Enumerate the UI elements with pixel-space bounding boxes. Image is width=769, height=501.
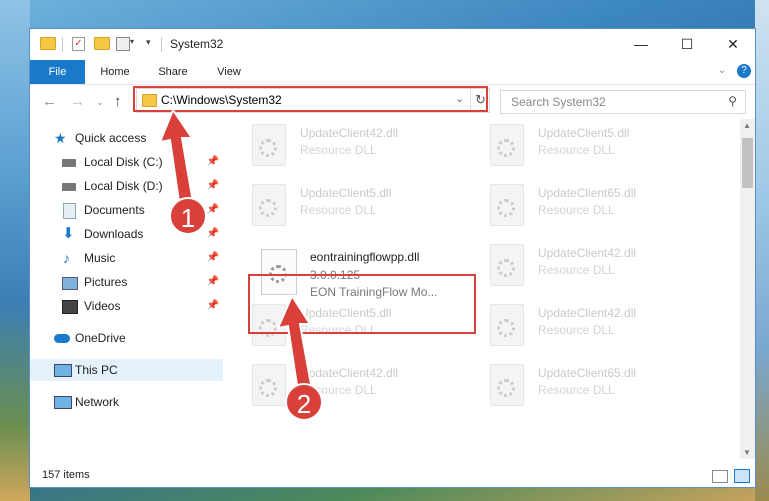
scrollbar-thumb[interactable]: [742, 138, 753, 188]
file-name: eontrainingflowpp.dll: [310, 250, 420, 264]
forward-arrow-icon[interactable]: →: [70, 93, 85, 110]
callout-badge-1: 1: [169, 197, 207, 235]
recent-locations-icon[interactable]: ⌄: [96, 97, 104, 108]
gear-icon: [259, 139, 277, 157]
up-arrow-icon[interactable]: ↑: [114, 93, 122, 110]
gear-icon: [259, 199, 277, 217]
explorer-window: ✓ ▾ ▾ System32 — ☐ ✕ File Home Share Vie…: [30, 29, 755, 487]
large-icons-view-icon[interactable]: [734, 469, 750, 483]
status-bar: 157 items: [30, 465, 755, 487]
list-item[interactable]: UpdateClient42.dll Resource DLL: [490, 304, 710, 364]
pin-icon[interactable]: 📌: [207, 247, 219, 269]
file-icon: [252, 124, 286, 166]
tab-share[interactable]: Share: [150, 60, 196, 84]
customize-dropdown-icon[interactable]: ▾: [146, 37, 151, 48]
list-item[interactable]: UpdateClient5.dll Resource DLL: [252, 184, 472, 244]
search-icon: ⚲: [728, 94, 737, 108]
network-icon: [54, 396, 72, 409]
sidebar-item-music[interactable]: ♪ Music 📌: [30, 247, 223, 269]
download-icon: ⬇: [62, 225, 75, 242]
scroll-up-icon[interactable]: ▲: [743, 121, 751, 130]
pictures-icon: [62, 277, 78, 290]
details-view-icon[interactable]: [712, 470, 728, 483]
sidebar-item-onedrive[interactable]: OneDrive: [30, 327, 223, 349]
search-placeholder: Search System32: [511, 95, 606, 109]
tab-file[interactable]: File: [30, 60, 85, 84]
search-input[interactable]: Search System32 ⚲: [500, 90, 746, 114]
divider: [62, 37, 63, 52]
list-item[interactable]: UpdateClient5.dll Resource DLL: [490, 124, 710, 184]
callout-badge-2: 2: [285, 383, 323, 421]
file-icon: [490, 304, 524, 346]
computer-icon: [54, 364, 72, 377]
back-arrow-icon[interactable]: ←: [42, 93, 57, 110]
chevron-down-icon[interactable]: ▾: [130, 37, 134, 46]
list-item[interactable]: UpdateClient65.dll Resource DLL: [490, 364, 710, 424]
music-icon: ♪: [63, 250, 70, 266]
videos-icon: [62, 300, 78, 314]
sidebar-item-network[interactable]: Network: [30, 391, 223, 413]
ribbon-tabs: File Home Share View ⌄ ?: [30, 60, 755, 85]
gear-icon: [497, 199, 515, 217]
view-icon[interactable]: [116, 37, 130, 51]
sidebar-item-this-pc[interactable]: This PC: [30, 359, 223, 381]
folder-icon: [40, 37, 56, 50]
address-row: ← → ⌄ ↑ C:\Windows\System32 ⌄ ↻ Search S…: [30, 85, 755, 118]
pin-icon[interactable]: 📌: [207, 271, 219, 293]
file-icon: [490, 184, 524, 226]
pin-icon[interactable]: 📌: [207, 295, 219, 317]
tab-home[interactable]: Home: [92, 60, 138, 84]
properties-icon[interactable]: ✓: [72, 37, 85, 51]
sidebar-item-pictures[interactable]: Pictures 📌: [30, 271, 223, 293]
gear-icon: [497, 319, 515, 337]
close-button[interactable]: ✕: [710, 29, 756, 60]
documents-icon: [63, 203, 76, 219]
star-icon: ★: [54, 130, 67, 146]
file-icon: [490, 124, 524, 166]
help-icon[interactable]: ?: [737, 64, 751, 78]
list-item[interactable]: UpdateClient65.dll Resource DLL: [490, 184, 710, 244]
desktop-background-left: [0, 0, 30, 501]
list-item[interactable]: UpdateClient42.dll Resource DLL: [252, 124, 472, 184]
drive-icon: [62, 183, 76, 191]
divider: [161, 37, 162, 52]
gear-icon: [497, 379, 515, 397]
desktop-background-right: [755, 0, 769, 501]
minimize-button[interactable]: —: [618, 29, 664, 60]
vertical-scrollbar[interactable]: ▲ ▼: [740, 119, 755, 459]
list-item[interactable]: UpdateClient42.dll Resource DLL: [490, 244, 710, 304]
tab-view[interactable]: View: [206, 60, 252, 84]
file-icon: [490, 364, 524, 406]
window-title: System32: [170, 37, 224, 51]
gear-icon: [497, 259, 515, 277]
sidebar-item-videos[interactable]: Videos 📌: [30, 295, 223, 317]
file-icon: [490, 244, 524, 286]
new-folder-icon[interactable]: [94, 37, 110, 50]
drive-icon: [62, 159, 76, 167]
expand-ribbon-icon[interactable]: ⌄: [718, 65, 726, 76]
item-count: 157 items: [42, 469, 90, 481]
gear-icon: [497, 139, 515, 157]
cloud-icon: [54, 334, 70, 343]
scroll-down-icon[interactable]: ▼: [743, 448, 751, 457]
maximize-button[interactable]: ☐: [664, 29, 710, 60]
file-icon: [252, 184, 286, 226]
title-bar: ✓ ▾ ▾ System32 — ☐ ✕: [30, 29, 755, 60]
